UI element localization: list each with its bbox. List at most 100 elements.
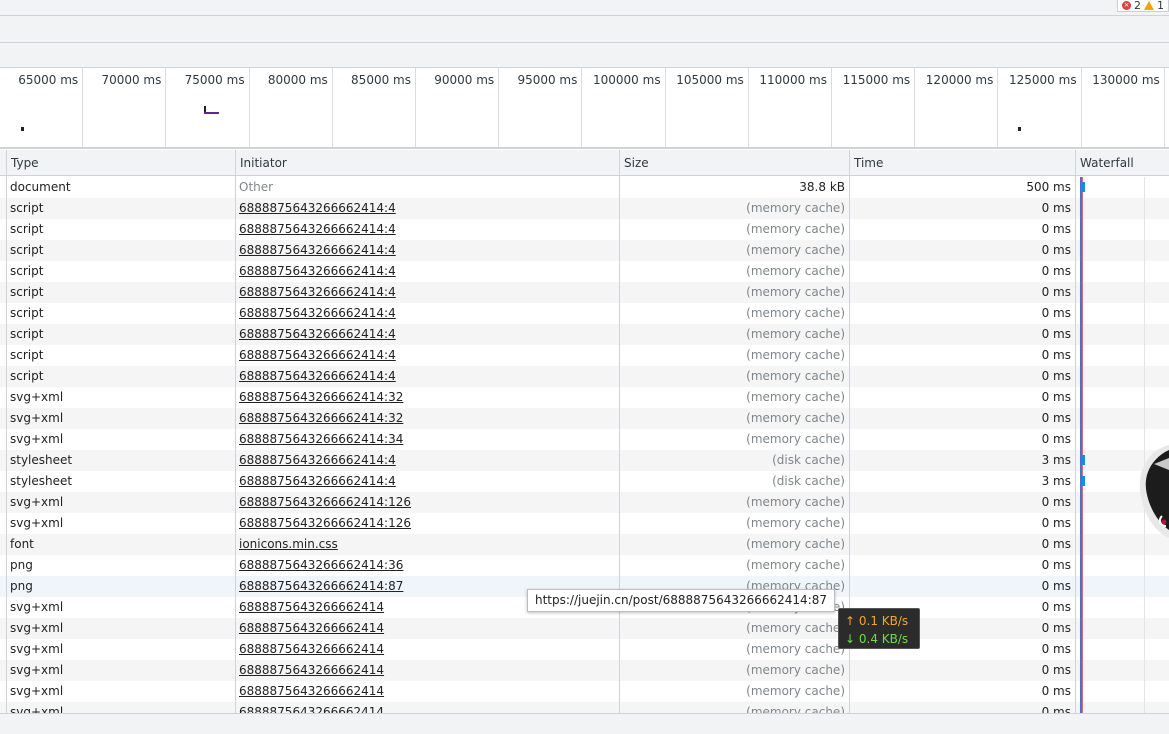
request-row[interactable]: png 6888875643266662414:36 (memory cache) 0… xyxy=(0,555,1169,576)
request-row[interactable]: svg+xml 6888875643266662414:32 (memory cac… xyxy=(0,387,1169,408)
request-row[interactable]: svg+xml 6888875643266662414 (memory cache)… xyxy=(0,681,1169,702)
request-row[interactable]: stylesheet 6888875643266662414:4 (disk cac… xyxy=(0,450,1169,471)
request-type: script xyxy=(10,348,44,362)
initiator-link[interactable]: 6888875643266662414:126 xyxy=(239,492,614,513)
request-type: svg+xml xyxy=(10,390,64,404)
initiator-link[interactable]: 6888875643266662414:4 xyxy=(239,471,614,492)
column-header-type[interactable]: Type xyxy=(6,150,235,176)
request-row[interactable]: document Other 38.8 kB 500 ms xyxy=(0,177,1169,198)
request-row[interactable]: script 6888875643266662414:4 (memory cache… xyxy=(0,324,1169,345)
request-row[interactable]: stylesheet 6888875643266662414:4 (disk cac… xyxy=(0,471,1169,492)
initiator-link[interactable]: 6888875643266662414 xyxy=(239,639,614,660)
request-row[interactable]: svg+xml 6888875643266662414 (memory cache)… xyxy=(0,618,1169,639)
request-type: svg+xml xyxy=(10,684,64,698)
initiator-link[interactable]: 6888875643266662414 xyxy=(239,660,614,681)
timeline-tick: 115000 ms xyxy=(832,68,916,147)
request-size: (memory cache) xyxy=(746,537,845,551)
request-type: png xyxy=(10,579,33,593)
request-size: (memory cache) xyxy=(746,348,845,362)
initiator-link[interactable]: 6888875643266662414:32 xyxy=(239,408,614,429)
initiator-link[interactable]: 6888875643266662414:4 xyxy=(239,240,614,261)
request-time: 0 ms xyxy=(1041,306,1071,320)
request-size: (memory cache) xyxy=(746,201,845,215)
url-tooltip: https://juejin.cn/post/68888756432666624… xyxy=(527,589,836,612)
error-count: 2 xyxy=(1134,0,1141,12)
request-time: 0 ms xyxy=(1041,558,1071,572)
timeline-tick: 80000 ms xyxy=(250,68,333,147)
request-time: 0 ms xyxy=(1041,663,1071,677)
request-size: (memory cache) xyxy=(746,663,845,677)
timeline-tick: 105000 ms xyxy=(666,68,749,147)
column-header-initiator[interactable]: Initiator xyxy=(235,150,619,176)
initiator-link[interactable]: 6888875643266662414:4 xyxy=(239,303,614,324)
request-row[interactable]: script 6888875643266662414:4 (memory cache… xyxy=(0,303,1169,324)
request-row[interactable]: script 6888875643266662414:4 (memory cache… xyxy=(0,366,1169,387)
request-size: (memory cache) xyxy=(746,285,845,299)
request-size: (memory cache) xyxy=(746,495,845,509)
request-row[interactable]: svg+xml 6888875643266662414:126 (memory ca… xyxy=(0,513,1169,534)
top-toolbar: × 2 1 xyxy=(0,0,1169,16)
request-row[interactable]: svg+xml 6888875643266662414:32 (memory cac… xyxy=(0,408,1169,429)
request-time: 3 ms xyxy=(1041,453,1071,467)
initiator-link[interactable]: 6888875643266662414:4 xyxy=(239,261,614,282)
initiator-link[interactable]: 6888875643266662414:4 xyxy=(239,345,614,366)
request-size: (memory cache) xyxy=(746,516,845,530)
request-initiator: Other xyxy=(239,180,274,194)
column-header-time[interactable]: Time xyxy=(849,150,1075,176)
request-size: (memory cache) xyxy=(746,327,845,341)
initiator-link[interactable]: 6888875643266662414:126 xyxy=(239,513,614,534)
timeline-tick-label: 100000 ms xyxy=(593,73,661,87)
request-row[interactable]: svg+xml 6888875643266662414 (memory cache)… xyxy=(0,639,1169,660)
request-size: (memory cache) xyxy=(746,642,845,656)
request-row[interactable]: script 6888875643266662414:4 (memory cache… xyxy=(0,261,1169,282)
waterfall-bar xyxy=(1082,182,1085,192)
request-row[interactable]: svg+xml 6888875643266662414 (memory cache)… xyxy=(0,660,1169,681)
request-time: 0 ms xyxy=(1041,243,1071,257)
column-header-waterfall[interactable]: Waterfall xyxy=(1075,150,1169,176)
initiator-link[interactable]: 6888875643266662414:34 xyxy=(239,429,614,450)
request-row[interactable]: font ionicons.min.css (memory cache) 0 ms xyxy=(0,534,1169,555)
request-type: svg+xml xyxy=(10,411,64,425)
request-row[interactable]: svg+xml 6888875643266662414 (memory cache)… xyxy=(0,702,1169,713)
initiator-link[interactable]: 6888875643266662414:32 xyxy=(239,387,614,408)
initiator-link[interactable]: ionicons.min.css xyxy=(239,534,614,555)
request-row[interactable]: svg+xml 6888875643266662414:34 (memory cac… xyxy=(0,429,1169,450)
request-row[interactable]: script 6888875643266662414:4 (memory cache… xyxy=(0,219,1169,240)
timeline-overview[interactable]: 65000 ms 70000 ms 75000 ms 80000 ms 85000 ms… xyxy=(0,68,1169,149)
request-row[interactable]: svg+xml 6888875643266662414:126 (memory ca… xyxy=(0,492,1169,513)
request-row[interactable]: script 6888875643266662414:4 (memory cache… xyxy=(0,345,1169,366)
error-icon: × xyxy=(1122,1,1131,10)
warning-count: 1 xyxy=(1157,0,1164,12)
timeline-tick: 85000 ms xyxy=(333,68,416,147)
request-type: svg+xml xyxy=(10,432,64,446)
request-time: 500 ms xyxy=(1026,180,1071,194)
initiator-link[interactable]: 6888875643266662414 xyxy=(239,618,614,639)
initiator-link[interactable]: 6888875643266662414:4 xyxy=(239,198,614,219)
initiator-link[interactable]: 6888875643266662414 xyxy=(239,702,614,713)
initiator-link[interactable]: 6888875643266662414:4 xyxy=(239,324,614,345)
request-row[interactable]: script 6888875643266662414:4 (memory cache… xyxy=(0,240,1169,261)
request-time: 0 ms xyxy=(1041,264,1071,278)
column-header-size[interactable]: Size xyxy=(619,150,849,176)
initiator-link[interactable]: 6888875643266662414:4 xyxy=(239,450,614,471)
column-divider xyxy=(1075,150,1076,714)
timeline-tick-label: 120000 ms xyxy=(925,73,994,87)
timeline-tick: 65000 ms xyxy=(0,68,84,147)
request-row[interactable]: script 6888875643266662414:4 (memory cache… xyxy=(0,198,1169,219)
initiator-link[interactable]: 6888875643266662414:36 xyxy=(239,555,614,576)
request-size: (memory cache) xyxy=(746,264,845,278)
initiator-link[interactable]: 6888875643266662414:4 xyxy=(239,282,614,303)
request-size: 38.8 kB xyxy=(799,180,845,194)
issues-counter[interactable]: × 2 1 xyxy=(1117,0,1169,12)
initiator-link[interactable]: 6888875643266662414:4 xyxy=(239,219,614,240)
waterfall-bar xyxy=(1082,476,1085,486)
request-row[interactable]: script 6888875643266662414:4 (memory cache… xyxy=(0,282,1169,303)
request-type: font xyxy=(10,537,34,551)
request-type: svg+xml xyxy=(10,516,64,530)
initiator-link[interactable]: 6888875643266662414 xyxy=(239,681,614,702)
request-type: script xyxy=(10,201,44,215)
request-type: script xyxy=(10,369,44,383)
mascot-image xyxy=(1136,440,1169,540)
initiator-link[interactable]: 6888875643266662414:4 xyxy=(239,366,614,387)
network-speed-widget: ↑ 0.1 KB/s ↓ 0.4 KB/s xyxy=(838,608,920,649)
